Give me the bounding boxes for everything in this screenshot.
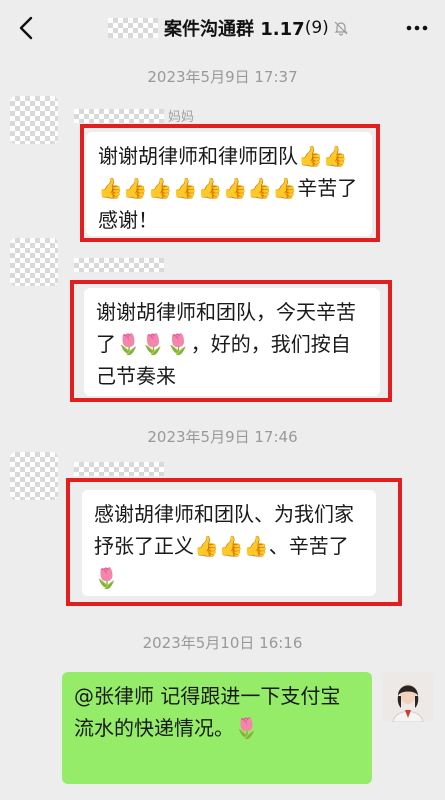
back-arrow-icon[interactable] <box>14 14 40 42</box>
timestamp: 2023年5月10日 16:16 <box>142 634 303 652</box>
timestamp: 2023年5月9日 17:37 <box>147 68 298 86</box>
member-count: (9) <box>304 18 329 38</box>
highlight-box <box>80 124 380 242</box>
sender-name <box>74 462 168 476</box>
group-title: 案件沟通群 1.17 <box>164 19 305 40</box>
mute-bell-icon <box>333 20 349 36</box>
timestamp: 2023年5月9日 17:46 <box>147 428 298 446</box>
avatar[interactable] <box>10 96 58 144</box>
avatar[interactable] <box>10 238 58 286</box>
chat-title[interactable]: 案件沟通群 1.17 (9) <box>108 14 349 42</box>
sender-redacted-block <box>74 462 164 476</box>
my-avatar[interactable] <box>383 672 433 722</box>
highlight-box <box>70 280 392 402</box>
avatar[interactable] <box>10 452 58 500</box>
sender-redacted-block <box>74 108 164 123</box>
sender-name <box>74 258 168 272</box>
chat-header: 案件沟通群 1.17 (9) <box>0 0 445 56</box>
highlight-box <box>66 478 402 606</box>
more-dots-icon[interactable] <box>405 18 429 38</box>
my-message-bubble[interactable]: @张律师 记得跟进一下支付宝流水的快递情况。🌷 <box>62 672 372 784</box>
sender-redacted-block <box>74 258 164 272</box>
sender-name: 妈妈 <box>74 106 194 125</box>
title-redacted-block <box>108 18 158 38</box>
